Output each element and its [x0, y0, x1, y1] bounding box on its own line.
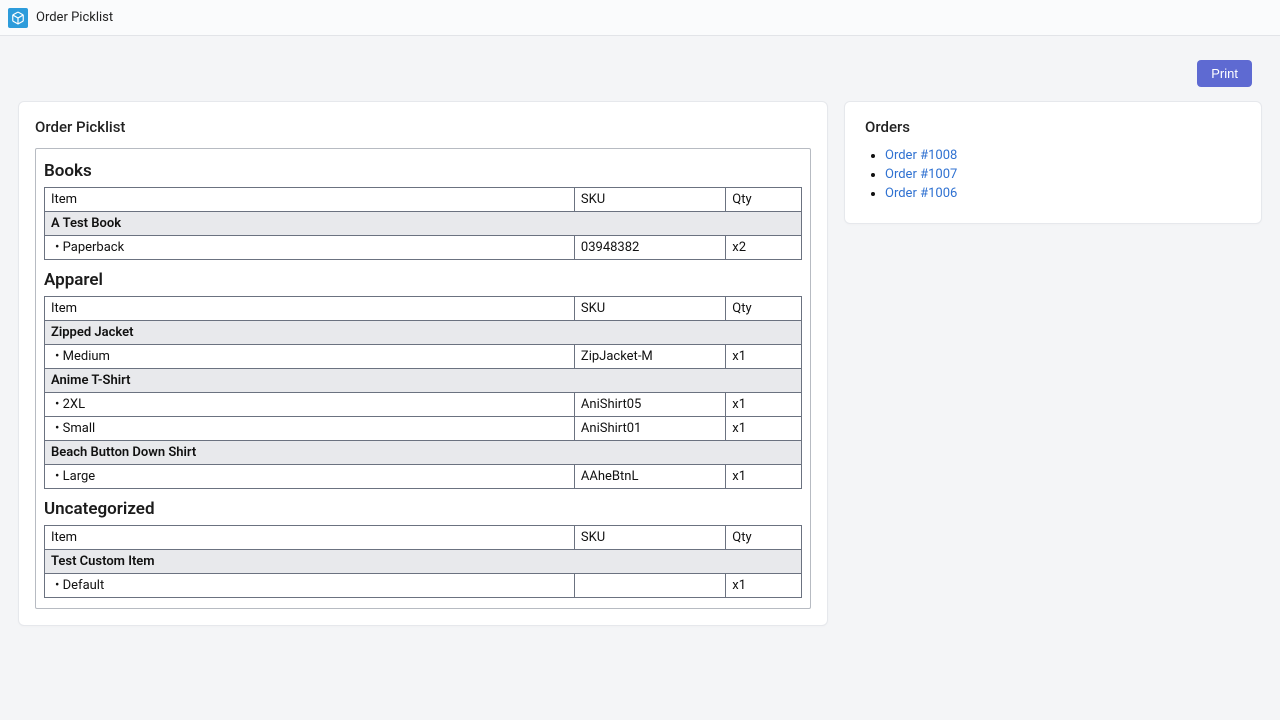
- variant-row: Paperback03948382x2: [45, 236, 802, 260]
- order-link[interactable]: Order #1008: [885, 148, 957, 163]
- variant-label: Paperback: [45, 236, 575, 260]
- variant-qty: x1: [726, 393, 802, 417]
- col-qty-header: Qty: [726, 297, 802, 321]
- variant-qty: x1: [726, 345, 802, 369]
- col-sku-header: SKU: [574, 297, 725, 321]
- box-icon: [8, 8, 28, 28]
- product-row: Test Custom Item: [45, 550, 802, 574]
- variant-label: Default: [45, 574, 575, 598]
- variant-sku: AniShirt01: [574, 417, 725, 441]
- picklist-table: ItemSKUQtyA Test BookPaperback03948382x2: [44, 187, 802, 260]
- product-name: Anime T-Shirt: [45, 369, 802, 393]
- print-button[interactable]: Print: [1197, 60, 1252, 87]
- variant-qty: x1: [726, 574, 802, 598]
- variant-label: Medium: [45, 345, 575, 369]
- category-title: Books: [44, 161, 802, 181]
- orders-title: Orders: [865, 118, 1241, 136]
- variant-label: Small: [45, 417, 575, 441]
- app-title: Order Picklist: [36, 10, 113, 25]
- variant-sku: AAheBtnL: [574, 465, 725, 489]
- product-name: Test Custom Item: [45, 550, 802, 574]
- variant-qty: x2: [726, 236, 802, 260]
- col-qty-header: Qty: [726, 188, 802, 212]
- col-item-header: Item: [45, 188, 575, 212]
- orders-card: Orders Order #1008 Order #1007 Order #1006: [844, 101, 1262, 224]
- col-sku-header: SKU: [574, 188, 725, 212]
- picklist-table: ItemSKUQtyZipped JacketMediumZipJacket-M…: [44, 296, 802, 489]
- picklist-frame: BooksItemSKUQtyA Test BookPaperback03948…: [35, 148, 811, 609]
- list-item: Order #1007: [885, 167, 1241, 182]
- product-row: Zipped Jacket: [45, 321, 802, 345]
- category-title: Apparel: [44, 270, 802, 290]
- product-name: A Test Book: [45, 212, 802, 236]
- variant-sku: AniShirt05: [574, 393, 725, 417]
- product-row: A Test Book: [45, 212, 802, 236]
- product-row: Beach Button Down Shirt: [45, 441, 802, 465]
- variant-row: MediumZipJacket-Mx1: [45, 345, 802, 369]
- variant-qty: x1: [726, 417, 802, 441]
- variant-label: Large: [45, 465, 575, 489]
- product-name: Zipped Jacket: [45, 321, 802, 345]
- orders-list: Order #1008 Order #1007 Order #1006: [865, 148, 1241, 201]
- col-item-header: Item: [45, 526, 575, 550]
- list-item: Order #1008: [885, 148, 1241, 163]
- variant-row: 2XLAniShirt05x1: [45, 393, 802, 417]
- content: Order Picklist BooksItemSKUQtyA Test Boo…: [0, 101, 1280, 650]
- order-link[interactable]: Order #1006: [885, 186, 957, 201]
- category-title: Uncategorized: [44, 499, 802, 519]
- col-sku-header: SKU: [574, 526, 725, 550]
- product-row: Anime T-Shirt: [45, 369, 802, 393]
- product-name: Beach Button Down Shirt: [45, 441, 802, 465]
- order-link[interactable]: Order #1007: [885, 167, 957, 182]
- variant-row: LargeAAheBtnLx1: [45, 465, 802, 489]
- col-item-header: Item: [45, 297, 575, 321]
- list-item: Order #1006: [885, 186, 1241, 201]
- app-topbar: Order Picklist: [0, 0, 1280, 36]
- header-row: Print: [0, 36, 1280, 101]
- variant-row: SmallAniShirt01x1: [45, 417, 802, 441]
- variant-row: Default x1: [45, 574, 802, 598]
- picklist-table: ItemSKUQtyTest Custom ItemDefault x1: [44, 525, 802, 598]
- col-qty-header: Qty: [726, 526, 802, 550]
- picklist-card: Order Picklist BooksItemSKUQtyA Test Boo…: [18, 101, 828, 626]
- picklist-title: Order Picklist: [35, 118, 811, 136]
- variant-label: 2XL: [45, 393, 575, 417]
- variant-sku: [574, 574, 725, 598]
- variant-sku: 03948382: [574, 236, 725, 260]
- variant-sku: ZipJacket-M: [574, 345, 725, 369]
- variant-qty: x1: [726, 465, 802, 489]
